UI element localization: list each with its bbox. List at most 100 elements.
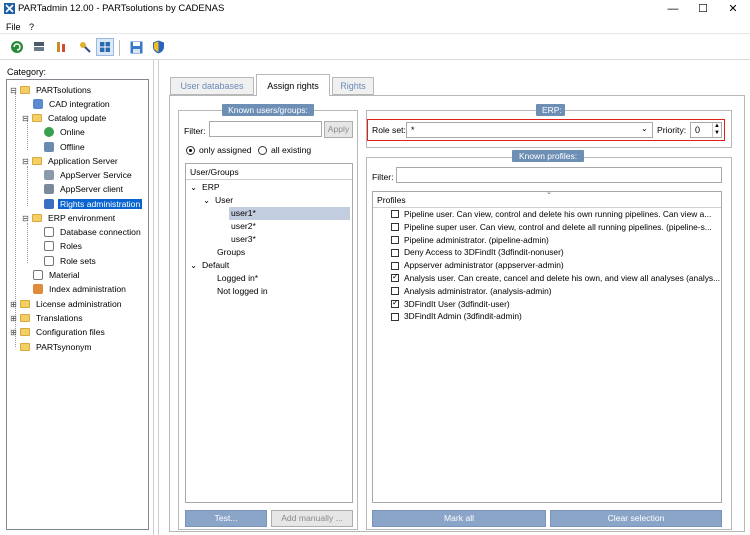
user-row-groups[interactable]: Groups — [217, 246, 245, 259]
chevron-down-icon[interactable]: ⌄ — [190, 182, 197, 192]
collapse-icon[interactable]: ⊟ — [21, 114, 30, 123]
radio-icon — [186, 145, 195, 155]
profiles-rows: Pipeline user. Can view, control and del… — [373, 208, 722, 328]
profile-row[interactable]: Pipeline super user. Can view, control a… — [373, 221, 722, 234]
add-manually-button[interactable]: Add manually ... — [271, 510, 353, 527]
toolbar-separator — [119, 40, 120, 56]
tree-item-catalog-update[interactable]: ⊟ Catalog update — [21, 111, 108, 125]
key-icon[interactable] — [76, 38, 94, 56]
checkbox[interactable] — [391, 223, 399, 232]
window-title: PARTadmin 12.00 - PARTsolutions by CADEN… — [18, 3, 225, 14]
tree-item-configuration-files[interactable]: ⊞ Configuration files — [9, 325, 107, 339]
profile-row[interactable]: 3DFindIt User (3dfindit-user) — [373, 298, 722, 311]
tab-user-databases[interactable]: User databases — [170, 77, 254, 95]
folder-icon — [32, 214, 42, 223]
chevron-down-icon[interactable]: ⌄ — [203, 195, 210, 205]
tab-rights[interactable]: Rights — [332, 77, 374, 95]
checkbox[interactable] — [391, 261, 399, 270]
tree-item-offline[interactable]: Offline — [44, 140, 87, 154]
user-row-user3[interactable]: user3* — [229, 233, 256, 246]
tree-item-partsynonym[interactable]: PARTsynonym — [20, 340, 94, 354]
tree-item-roles[interactable]: Roles — [44, 239, 84, 253]
maximize-button[interactable]: ☐ — [688, 0, 718, 18]
spinner-arrows-icon[interactable]: ▲ ▼ — [712, 123, 721, 137]
rights-icon — [44, 199, 54, 210]
tree-item-online[interactable]: Online — [44, 125, 87, 139]
panel-splitter[interactable] — [153, 60, 159, 535]
tools-icon[interactable] — [52, 38, 70, 56]
users-list-header: User/Groups — [186, 164, 352, 180]
expand-icon[interactable]: ⊞ — [9, 314, 18, 323]
tree-item-appserver-service[interactable]: AppServer Service — [44, 168, 134, 182]
menu-bar — [0, 20, 750, 34]
tree-item-index-administration[interactable]: Index administration — [33, 282, 128, 296]
user-row-default[interactable]: ⌄ Default — [190, 259, 229, 272]
users-filter-input[interactable] — [209, 121, 322, 137]
profiles-filter-input[interactable] — [396, 167, 722, 183]
profile-row[interactable]: Analysis administrator. (analysis-admin) — [373, 285, 722, 298]
tree-item-erp-environment[interactable]: ⊟ ERP environment — [21, 211, 117, 225]
profile-row[interactable]: Pipeline user. Can view, control and del… — [373, 208, 722, 221]
user-row-user2[interactable]: user2* — [229, 220, 256, 233]
client-icon — [44, 184, 54, 195]
tree-item-database-connection[interactable]: Database connection — [44, 225, 143, 239]
mark-all-button[interactable]: Mark all — [372, 510, 546, 527]
expand-icon[interactable]: ⊞ — [9, 328, 18, 337]
tree-item-role-sets[interactable]: Role sets — [44, 254, 98, 268]
tree-item-license-administration[interactable]: ⊞ License administration — [9, 297, 124, 311]
radio-all-existing[interactable]: all existing — [258, 145, 311, 155]
document-icon — [33, 270, 43, 281]
checkbox[interactable] — [391, 287, 399, 296]
chevron-down-icon[interactable]: ⌄ — [641, 124, 648, 133]
tree-item-appserver-client[interactable]: AppServer client — [44, 182, 125, 196]
chevron-down-icon[interactable]: ⌄ — [190, 260, 197, 270]
user-row-user1[interactable]: user1* — [229, 207, 350, 220]
test-button[interactable]: Test... — [185, 510, 267, 527]
users-tree: ⌄ ERP ⌄ User user1* user2* user3* Groups… — [186, 179, 352, 502]
user-row-erp[interactable]: ⌄ ERP — [190, 181, 220, 194]
tree-item-rights-administration[interactable]: Rights administration — [44, 197, 143, 211]
checkbox[interactable] — [391, 235, 399, 244]
apply-button[interactable]: Apply — [324, 121, 353, 138]
save-icon[interactable] — [127, 38, 145, 56]
checkbox[interactable] — [391, 210, 399, 219]
close-button[interactable]: ✕ — [718, 0, 748, 18]
collapse-icon[interactable]: ⊟ — [21, 157, 30, 166]
radio-only-assigned[interactable]: only assigned — [186, 145, 252, 155]
clear-selection-button[interactable]: Clear selection — [550, 510, 722, 527]
tree-item-translations[interactable]: ⊞ Translations — [9, 311, 85, 325]
expand-icon[interactable]: ⊞ — [9, 300, 18, 309]
category-tree: ⊟ PARTsolutions CAD integration ⊟ Catalo… — [6, 79, 149, 530]
checkbox[interactable] — [391, 312, 399, 321]
grid-icon[interactable] — [96, 38, 114, 56]
tree-item-application-server[interactable]: ⊟ Application Server — [21, 154, 120, 168]
menu-help[interactable]: ? — [29, 22, 34, 32]
collapse-icon[interactable]: ⊟ — [9, 86, 18, 95]
folder-icon — [32, 114, 42, 123]
globe-icon — [44, 127, 54, 138]
profile-row[interactable]: Pipeline administrator. (pipeline-admin) — [373, 234, 722, 247]
menu-file[interactable]: File — [6, 22, 21, 32]
profile-row[interactable]: Deny Access to 3DFindIt (3dfindit-nonuse… — [373, 246, 722, 259]
checkbox-checked[interactable] — [391, 272, 399, 283]
tree-item-material[interactable]: Material — [33, 268, 82, 282]
profile-row[interactable]: 3DFindIt Admin (3dfindit-admin) — [373, 310, 722, 323]
tab-assign-rights[interactable]: Assign rights — [256, 74, 330, 96]
checkbox-checked[interactable] — [391, 298, 399, 308]
profile-row[interactable]: Analysis user. Can create, cancel and de… — [373, 272, 722, 285]
role-set-combobox[interactable]: * — [406, 122, 653, 138]
shield-icon[interactable] — [149, 38, 167, 56]
document-icon — [44, 241, 54, 252]
folder-icon — [20, 328, 30, 337]
profile-row[interactable]: Appserver administrator (appserver-admin… — [373, 259, 722, 272]
server-icon[interactable] — [30, 38, 48, 56]
tree-item-cad-integration[interactable]: CAD integration — [33, 97, 112, 111]
refresh-icon[interactable] — [8, 38, 26, 56]
tree-item-partsolutions[interactable]: ⊟ PARTsolutions — [9, 83, 93, 97]
user-row-user[interactable]: ⌄ User — [203, 194, 233, 207]
minimize-button[interactable]: — — [658, 0, 688, 18]
collapse-icon[interactable]: ⊟ — [21, 214, 30, 223]
user-row-not-logged-in[interactable]: Not logged in — [217, 285, 268, 298]
checkbox[interactable] — [391, 248, 399, 257]
user-row-logged-in[interactable]: Logged in* — [217, 272, 258, 285]
